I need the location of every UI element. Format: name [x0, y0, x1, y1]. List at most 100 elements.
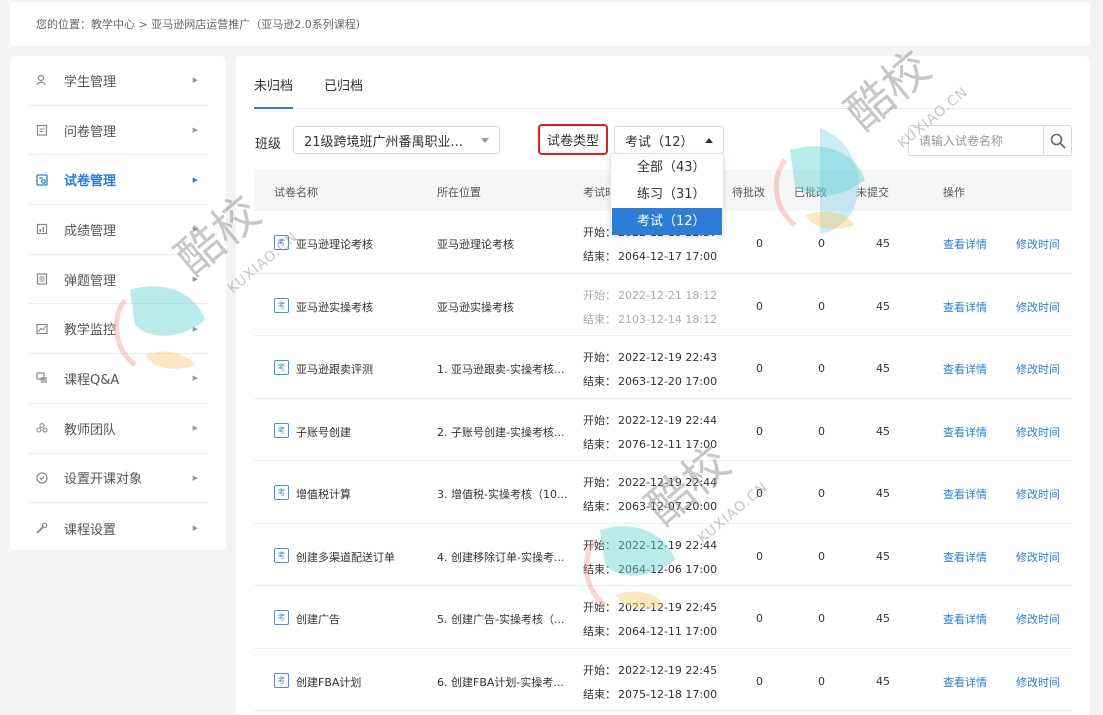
edit-time-link[interactable]: 修改时间 [1016, 424, 1060, 440]
table-row: 考亚马逊实操考核 亚马逊实操考核 开始： 2022-12-21 18:12 结束： 210… [254, 274, 1072, 336]
graded-count: 0 [818, 237, 825, 250]
graded-count: 0 [818, 549, 825, 563]
end-label: 结束： [583, 562, 616, 576]
grades-icon [36, 223, 48, 235]
end-value: 2064-12-11 17:00 [618, 625, 718, 638]
search-input[interactable] [909, 126, 1043, 155]
wrench-icon [36, 522, 48, 534]
exam-end-time: 结束： 2103-12-14 18:12 [583, 311, 717, 327]
exam-location: 亚马逊理论考核 [437, 238, 514, 251]
exam-name: 子账号创建 [296, 425, 351, 439]
search-button[interactable] [1043, 126, 1071, 155]
view-details-link[interactable]: 查看详情 [943, 611, 987, 627]
unsubmitted-count: 45 [876, 612, 890, 625]
start-label: 开始： [583, 601, 616, 614]
exam-end-time: 结束： 2075-12-18 17:00 [583, 686, 717, 702]
edit-time-link[interactable]: 修改时间 [1016, 674, 1060, 690]
pending-count: 0 [756, 237, 763, 250]
start-label: 开始： [583, 413, 616, 427]
edit-time-link[interactable]: 修改时间 [1016, 236, 1060, 252]
exam-start-time: 开始： 2022-12-19 22:44 [583, 412, 717, 428]
view-details-link[interactable]: 查看详情 [943, 424, 987, 440]
sidebar-item-course-targets[interactable]: 设置开课对象 ▶ [28, 454, 208, 504]
start-label: 开始： [583, 288, 616, 302]
exam-type-select[interactable]: 考试（12） [614, 126, 724, 154]
end-label: 结束： [583, 687, 616, 701]
sidebar-item-teacher-team[interactable]: 教师团队 ▶ [28, 404, 208, 454]
chevron-right-icon: ▶ [192, 275, 198, 284]
exam-name: 创建广告 [296, 613, 340, 626]
end-label: 结束： [583, 250, 616, 263]
sidebar-item-label: 学生管理 [64, 74, 117, 90]
exam-location: 4. 创建移除订单-实操考... [437, 550, 565, 564]
start-label: 开始： [583, 663, 616, 677]
sidebar-item-label: 课程Q&A [64, 372, 120, 388]
exam-location: 6. 创建FBA计划-实操考... [437, 675, 564, 689]
questionnaire-icon [36, 124, 48, 136]
start-label: 开始： [583, 476, 616, 489]
sidebar-item-questionnaires[interactable]: 问卷管理 ▶ [28, 106, 208, 156]
dropdown-option-exam[interactable]: 考试（12） [612, 208, 722, 235]
dropdown-option-practice[interactable]: 练习（31） [612, 181, 722, 208]
exam-name: 创建FBA计划 [296, 675, 362, 689]
table-row: 考创建广告 5. 创建广告-实操考核（... 开始： 2022-12-19 22:45… [254, 586, 1072, 649]
unsubmitted-count: 45 [876, 487, 890, 500]
edit-time-link[interactable]: 修改时间 [1016, 361, 1060, 377]
class-select-value: 21级跨境班广州番禺职业... [304, 134, 463, 150]
edit-time-link[interactable]: 修改时间 [1016, 486, 1060, 502]
end-value: 2076-12-11 17:00 [618, 437, 718, 451]
exam-start-time: 开始： 2022-12-21 18:12 [583, 287, 717, 303]
view-details-link[interactable]: 查看详情 [943, 674, 987, 690]
exam-type-label: 试卷类型 [538, 124, 608, 155]
sidebar-item-label: 弹题管理 [64, 273, 117, 289]
tab-unarchived[interactable]: 未归档 [254, 75, 294, 109]
exam-location: 2. 子账号创建-实操考核... [437, 425, 565, 439]
tab-archived[interactable]: 已归档 [324, 75, 363, 109]
sidebar-item-label: 课程设置 [64, 522, 117, 538]
column-header-name: 试卷名称 [274, 186, 318, 199]
view-details-link[interactable]: 查看详情 [943, 299, 987, 315]
exam-location: 5. 创建广告-实操考核（... [437, 613, 565, 626]
end-label: 结束： [583, 437, 616, 451]
sidebar-item-grades[interactable]: 成绩管理 ▶ [28, 205, 208, 255]
view-details-link[interactable]: 查看详情 [943, 549, 987, 565]
view-details-link[interactable]: 查看详情 [943, 236, 987, 252]
start-value: 2022-12-19 22:44 [618, 413, 718, 427]
sidebar-item-label: 问卷管理 [64, 124, 117, 140]
class-filter-label: 班级 [255, 137, 282, 152]
exam-paper-icon [36, 174, 48, 186]
start-value: 2022-12-19 22:45 [618, 601, 718, 614]
exam-end-time: 结束： 2063-12-07 20:00 [583, 498, 717, 514]
graded-count: 0 [818, 674, 825, 688]
popup-question-icon [36, 273, 48, 285]
exam-name: 亚马逊跟卖评测 [296, 363, 373, 376]
sidebar-item-exam-papers[interactable]: 试卷管理 ▶ [28, 155, 208, 206]
exam-badge-icon: 考 [274, 422, 289, 438]
sidebar-item-popup-questions[interactable]: 弹题管理 ▶ [28, 255, 208, 305]
edit-time-link[interactable]: 修改时间 [1016, 299, 1060, 315]
sidebar-item-course-qa[interactable]: 课程Q&A ▶ [28, 354, 208, 404]
sidebar-item-monitoring[interactable]: 教学监控 ▶ [28, 304, 208, 355]
exam-badge-icon: 考 [274, 485, 289, 500]
table-row: 考创建多渠道配送订单 4. 创建移除订单-实操考... 开始： 2022-12-19 … [254, 524, 1072, 586]
end-value: 2063-12-20 17:00 [618, 375, 718, 388]
class-select[interactable]: 21级跨境班广州番禺职业... [293, 126, 500, 154]
sidebar-item-students[interactable]: 学生管理 ▶ [28, 56, 208, 106]
unsubmitted-count: 45 [876, 424, 890, 438]
dropdown-option-all[interactable]: 全部（43） [612, 154, 722, 181]
view-details-link[interactable]: 查看详情 [943, 486, 987, 502]
graded-count: 0 [818, 487, 825, 500]
pending-count: 0 [756, 549, 763, 563]
qa-icon [36, 372, 48, 384]
table-body: 考亚马逊理论考核亚马逊理论考核开始：2022-12-19 22:37结束：206… [254, 211, 1072, 711]
start-label: 开始： [583, 351, 616, 364]
edit-time-link[interactable]: 修改时间 [1016, 549, 1060, 565]
edit-time-link[interactable]: 修改时间 [1016, 611, 1060, 627]
exam-name: 增值税计算 [296, 488, 351, 501]
sidebar-item-course-settings[interactable]: 课程设置 ▶ [28, 503, 208, 553]
table-row: 考创建FBA计划 6. 创建FBA计划-实操考... 开始： 2022-12-19 2… [254, 649, 1072, 711]
view-details-link[interactable]: 查看详情 [943, 361, 987, 377]
column-header-location: 所在位置 [437, 186, 481, 199]
end-value: 2063-12-07 20:00 [618, 500, 718, 513]
exam-start-time: 开始： 2022-12-19 22:45 [583, 662, 717, 678]
